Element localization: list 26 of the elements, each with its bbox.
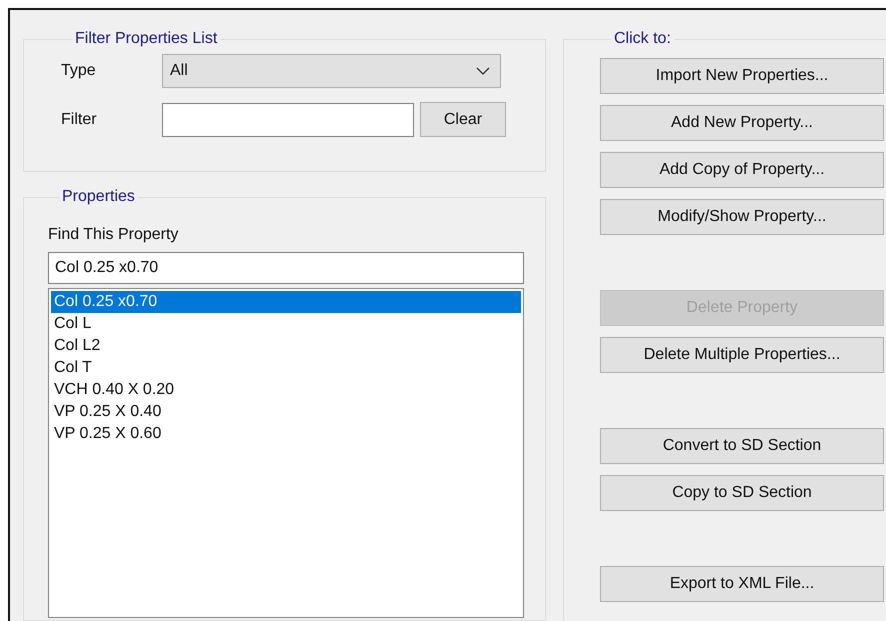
find-field[interactable]: Col 0.25 x0.70 (48, 252, 524, 284)
type-label: Type (61, 62, 97, 80)
clear-button[interactable]: Clear (420, 102, 506, 137)
action-button[interactable]: Add New Property... (600, 105, 884, 141)
list-item[interactable]: Col 0.25 x0.70 (51, 291, 521, 313)
action-button[interactable]: Copy to SD Section (600, 475, 884, 511)
list-item[interactable]: VCH 0.40 X 0.20 (51, 379, 521, 401)
list-item[interactable]: VP 0.25 X 0.40 (51, 401, 521, 423)
action-button[interactable]: Delete Multiple Properties... (600, 337, 884, 373)
group-title: Properties (61, 188, 136, 206)
type-dropdown[interactable]: All (162, 54, 501, 88)
action-button[interactable]: Add Copy of Property... (600, 152, 884, 188)
action-button[interactable]: Export to XML File... (600, 566, 884, 602)
action-button[interactable]: Import New Properties... (600, 58, 884, 94)
caret-icon (476, 67, 490, 75)
group-title: Filter Properties List (74, 30, 218, 48)
list-item[interactable]: Col L (51, 313, 521, 335)
list-item[interactable]: VP 0.25 X 0.60 (51, 423, 521, 445)
find-label: Find This Property (48, 226, 180, 244)
filter-label: Filter (61, 110, 98, 128)
filter-field[interactable] (162, 102, 414, 136)
action-button[interactable]: Modify/Show Property... (600, 199, 884, 235)
list-item[interactable]: Col T (51, 357, 521, 379)
list-item[interactable]: Col L2 (51, 335, 521, 357)
action-button[interactable]: Convert to SD Section (600, 428, 884, 464)
group-title: Click to: (613, 30, 672, 48)
